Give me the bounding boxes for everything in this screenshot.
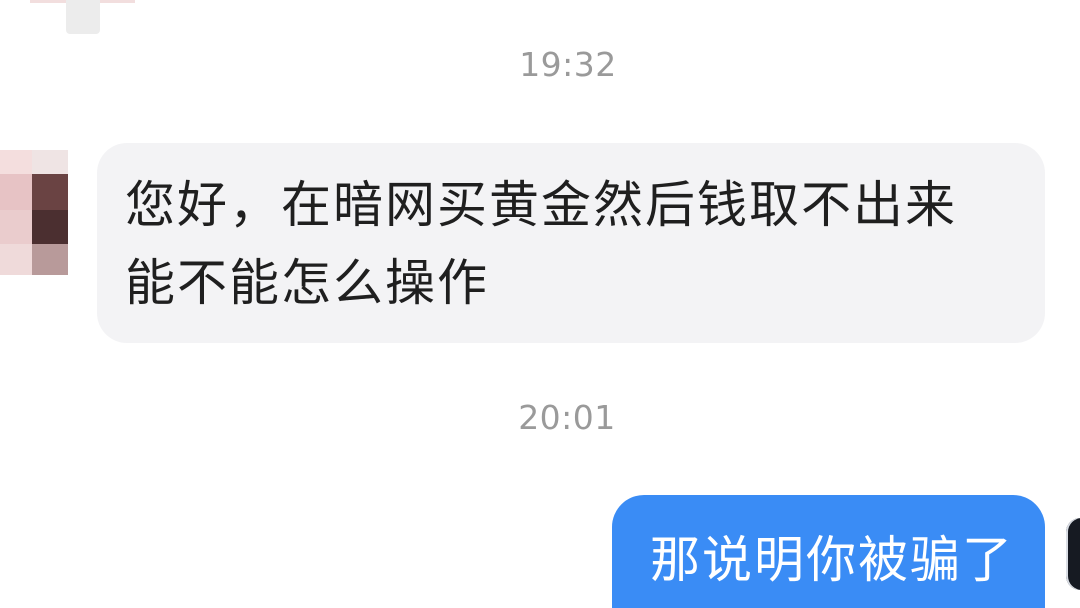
message-text-line: 能不能怎么操作 — [125, 254, 489, 312]
avatar-pixel — [0, 244, 32, 275]
message-text-line: 那说明你被骗了 — [650, 531, 1014, 589]
avatar-pixel — [32, 244, 68, 275]
sender-avatar[interactable] — [0, 150, 68, 275]
chat-window: 19:32 您好，在暗网买黄金然后钱取不出来 能不能怎么操作 20:01 那说明… — [0, 0, 1080, 608]
avatar-pixel — [0, 174, 32, 210]
message-text-line: 您好，在暗网买黄金然后钱取不出来 — [125, 176, 957, 234]
avatar-fragment — [66, 0, 100, 34]
incoming-message-bubble[interactable]: 您好，在暗网买黄金然后钱取不出来 能不能怎么操作 — [97, 143, 1045, 343]
outgoing-message-bubble[interactable]: 那说明你被骗了 — [612, 495, 1045, 608]
avatar-pixel — [0, 150, 32, 174]
message-timestamp: 20:01 — [518, 398, 616, 437]
avatar-pixel — [0, 210, 32, 244]
avatar-pixel — [32, 174, 68, 210]
avatar-pixel — [32, 150, 68, 174]
avatar-pixel — [32, 210, 68, 244]
message-timestamp: 19:32 — [519, 45, 617, 84]
self-avatar[interactable] — [1066, 518, 1080, 590]
